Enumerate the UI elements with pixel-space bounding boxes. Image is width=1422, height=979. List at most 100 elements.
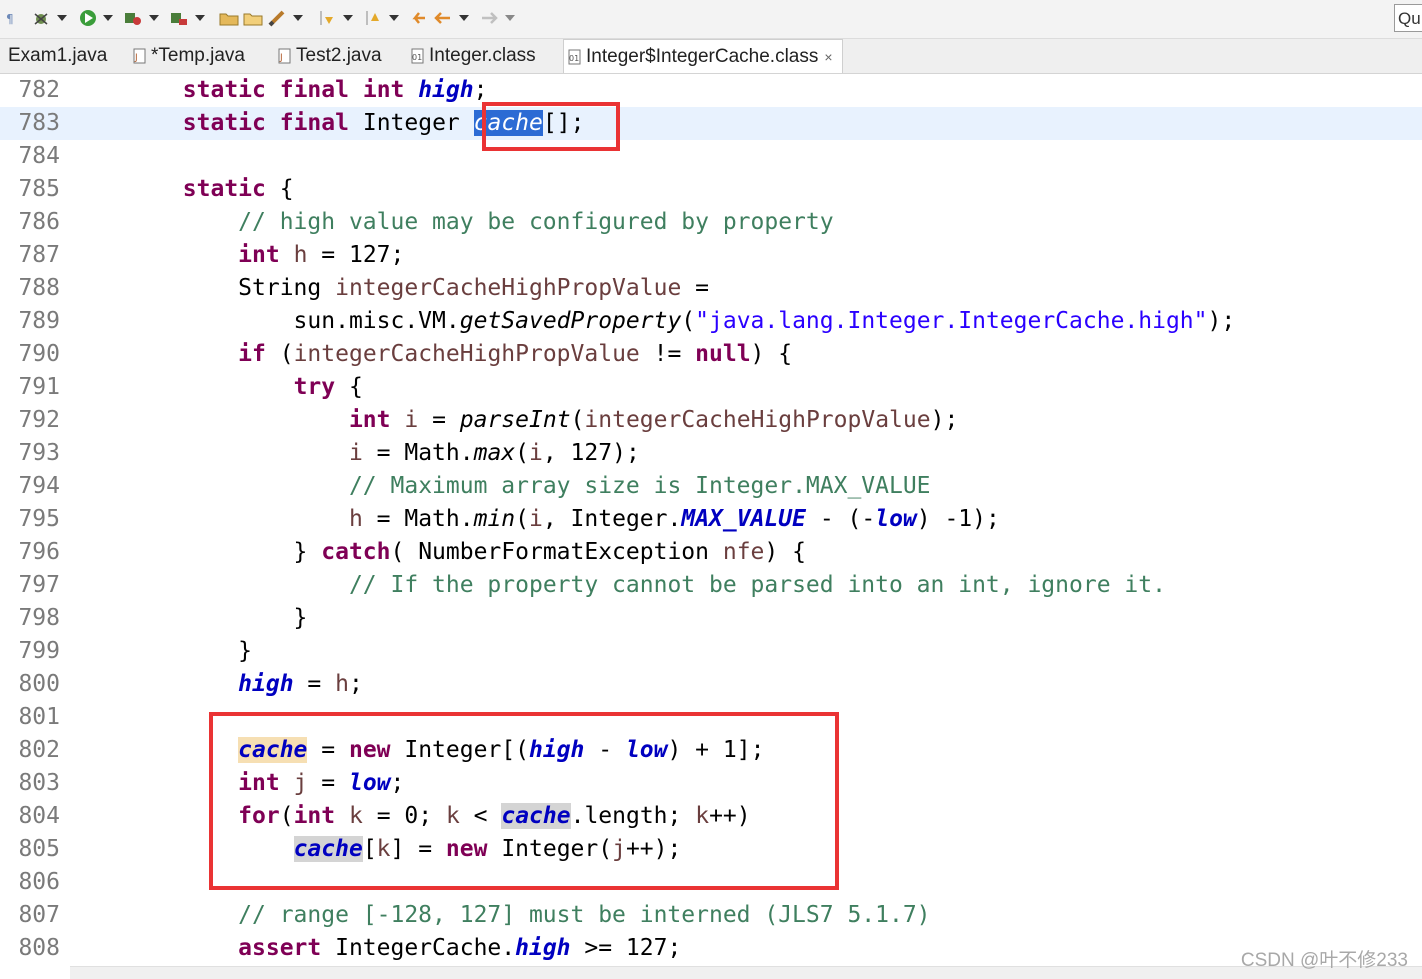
code-line[interactable]: 803 int j = low; xyxy=(0,767,1422,800)
code-token: i xyxy=(348,440,363,466)
code-line[interactable]: 800 high = h; xyxy=(0,668,1422,701)
code-text: // If the property cannot be parsed into… xyxy=(72,569,1166,602)
code-text: static final Integer cache[]; xyxy=(72,107,584,140)
code-line[interactable]: 798 } xyxy=(0,602,1422,635)
dropdown-icon[interactable] xyxy=(458,8,470,28)
code-line[interactable]: 791 try { xyxy=(0,371,1422,404)
code-line[interactable]: 795 h = Math.min(i, Integer.MAX_VALUE - … xyxy=(0,503,1422,536)
code-token: , Integer. xyxy=(542,506,682,532)
dropdown-icon[interactable] xyxy=(56,8,68,28)
code-line[interactable]: 783 static final Integer cache[]; xyxy=(0,107,1422,140)
code-text: // range [-128, 127] must be interned (J… xyxy=(72,899,930,932)
external-tools-icon[interactable] xyxy=(168,8,190,28)
dropdown-icon[interactable] xyxy=(342,8,354,28)
line-number: 786 xyxy=(18,209,60,235)
dropdown-icon[interactable] xyxy=(148,8,160,28)
line-number: 782 xyxy=(18,77,60,103)
code-line[interactable]: 799 } xyxy=(0,635,1422,668)
pen-icon[interactable] xyxy=(266,8,288,28)
quick-access-input[interactable]: Qu xyxy=(1394,4,1422,32)
code-line[interactable]: 782 static final int high; xyxy=(0,74,1422,107)
dropdown-icon[interactable] xyxy=(292,8,304,28)
line-number: 808 xyxy=(18,935,60,961)
code-line[interactable]: 794 // Maximum array size is Integer.MAX… xyxy=(0,470,1422,503)
tab-integer-class[interactable]: 01 Integer.class xyxy=(411,39,536,73)
code-token: int xyxy=(362,77,405,103)
code-token: , 127); xyxy=(542,440,640,466)
code-line[interactable]: 784 xyxy=(0,140,1422,173)
code-line[interactable]: 797 // If the property cannot be parsed … xyxy=(0,569,1422,602)
dropdown-icon[interactable] xyxy=(194,8,206,28)
last-edit-icon[interactable] xyxy=(408,8,430,28)
code-token: cache xyxy=(473,110,543,136)
debug-icon[interactable] xyxy=(30,8,52,28)
code-line[interactable]: 785 static { xyxy=(0,173,1422,206)
code-token: new xyxy=(445,836,488,862)
code-token: i xyxy=(404,407,419,433)
dropdown-icon[interactable] xyxy=(388,8,400,28)
tab-integercache-class[interactable]: 01 Integer$IntegerCache.class × xyxy=(563,39,843,73)
dropdown-icon[interactable] xyxy=(102,8,114,28)
svg-text:01: 01 xyxy=(412,53,422,62)
code-token: MAX_VALUE xyxy=(681,506,806,532)
tab-label: Exam1.java xyxy=(8,45,108,66)
code-token: low xyxy=(348,770,391,796)
coverage-icon[interactable] xyxy=(122,8,144,28)
code-token: try xyxy=(293,374,336,400)
code-token: = xyxy=(307,737,349,763)
open-type-icon[interactable] xyxy=(218,8,240,28)
code-line[interactable]: 786 // high value may be configured by p… xyxy=(0,206,1422,239)
code-line[interactable]: 788 String integerCacheHighPropValue = xyxy=(0,272,1422,305)
code-token: ++); xyxy=(625,836,682,862)
line-number: 807 xyxy=(18,902,60,928)
code-text: assert IntegerCache.high >= 127; xyxy=(72,932,681,965)
code-line[interactable]: 790 if (integerCacheHighPropValue != nul… xyxy=(0,338,1422,371)
code-token: final xyxy=(279,110,349,136)
line-number: 787 xyxy=(18,242,60,268)
pilcrow-icon[interactable]: ¶ xyxy=(4,8,18,28)
code-token: integerCacheHighPropValue xyxy=(293,341,640,367)
code-token: ( xyxy=(515,506,529,532)
code-line[interactable]: 806 xyxy=(0,866,1422,899)
code-text: static { xyxy=(72,173,294,206)
code-token: ++) xyxy=(709,803,751,829)
code-line[interactable]: 801 xyxy=(0,701,1422,734)
code-token: ) + 1]; xyxy=(667,737,765,763)
run-icon[interactable] xyxy=(78,8,98,28)
code-line[interactable]: 807 // range [-128, 127] must be interne… xyxy=(0,899,1422,932)
code-line[interactable]: 808 assert IntegerCache.high >= 127; xyxy=(0,932,1422,965)
next-annotation-icon[interactable] xyxy=(316,8,338,28)
code-line[interactable]: 805 cache[k] = new Integer(j++); xyxy=(0,833,1422,866)
open-folder-icon[interactable] xyxy=(242,8,264,28)
dropdown-icon[interactable] xyxy=(504,8,516,28)
code-line[interactable]: 787 int h = 127; xyxy=(0,239,1422,272)
code-token: h xyxy=(293,242,308,268)
code-text: h = Math.min(i, Integer.MAX_VALUE - (-lo… xyxy=(72,503,1000,536)
horizontal-scrollbar[interactable] xyxy=(70,966,1422,979)
code-token: catch xyxy=(321,539,391,565)
prev-annotation-icon[interactable] xyxy=(362,8,384,28)
close-icon[interactable]: × xyxy=(824,49,832,65)
code-line[interactable]: 802 cache = new Integer[(high - low) + 1… xyxy=(0,734,1422,767)
code-line[interactable]: 796 } catch( NumberFormatException nfe) … xyxy=(0,536,1422,569)
code-token: new xyxy=(348,737,391,763)
code-line[interactable]: 789 sun.misc.VM.getSavedProperty("java.l… xyxy=(0,305,1422,338)
tab-temp-java[interactable]: J *Temp.java xyxy=(133,39,245,73)
tab-test2-java[interactable]: J Test2.java xyxy=(278,39,382,73)
back-icon[interactable] xyxy=(432,8,454,28)
code-line[interactable]: 793 i = Math.max(i, 127); xyxy=(0,437,1422,470)
code-token: high xyxy=(238,671,294,697)
code-line[interactable]: 792 int i = parseInt(integerCacheHighPro… xyxy=(0,404,1422,437)
code-line[interactable]: 804 for(int k = 0; k < cache.length; k++… xyxy=(0,800,1422,833)
code-token: = 127; xyxy=(307,242,405,268)
tab-exam1-java[interactable]: Exam1.java xyxy=(8,39,107,73)
forward-icon[interactable] xyxy=(478,8,500,28)
code-editor[interactable]: 782 static final int high; 783 static fin… xyxy=(0,74,1422,978)
